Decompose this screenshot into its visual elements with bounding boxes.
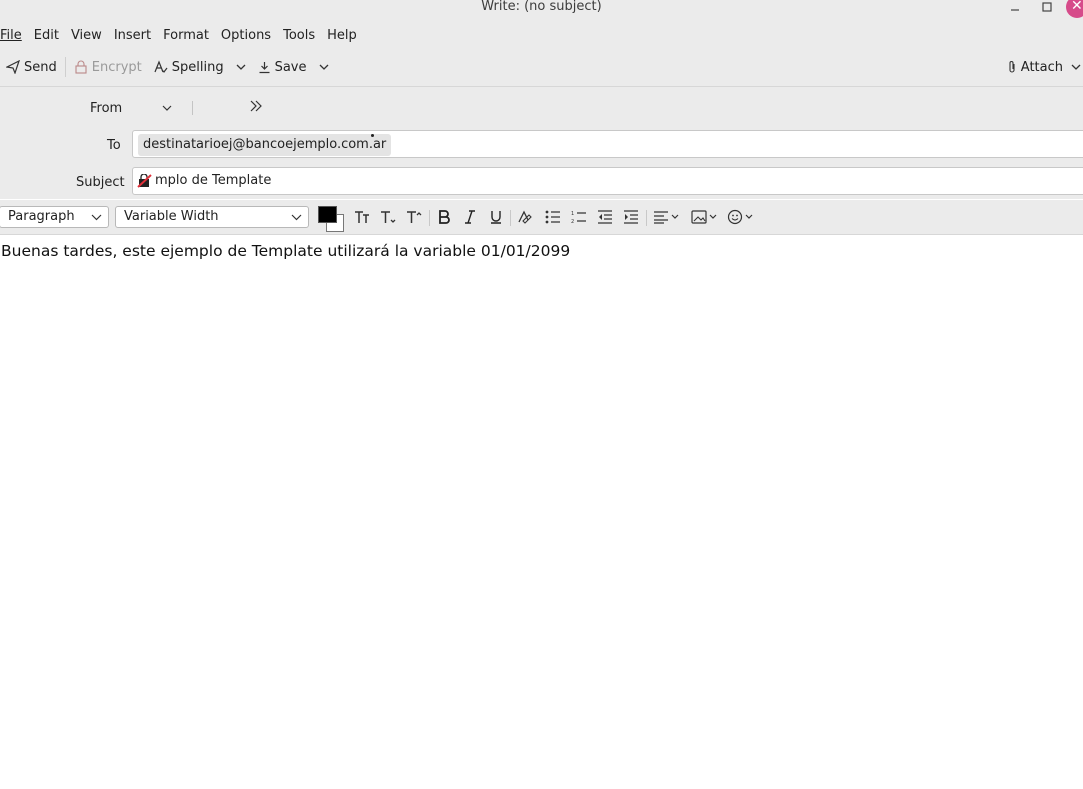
menu-file[interactable]: File (0, 28, 28, 43)
numbered-list-icon[interactable]: 12 (569, 208, 589, 226)
chevron-down-icon (291, 207, 302, 234)
message-headers: From To destinatarioej@bancoejemplo.com.… (0, 87, 1083, 199)
spelling-button[interactable]: Spelling (148, 53, 230, 81)
spelling-label: Spelling (171, 59, 224, 75)
outdent-icon[interactable] (595, 208, 615, 226)
lock-icon (75, 60, 87, 74)
italic-icon[interactable] (460, 208, 480, 226)
maximize-button[interactable] (1037, 0, 1057, 14)
format-toolbar: Paragraph Variable Width 12 (0, 200, 1083, 235)
remove-formatting-icon[interactable] (515, 208, 535, 226)
alignment-dropdown[interactable] (652, 208, 682, 226)
attach-dropdown-chevron-icon[interactable] (1069, 61, 1083, 74)
format-separator (429, 210, 430, 226)
to-label: To (107, 138, 121, 153)
from-separator (192, 101, 193, 115)
image-icon (691, 210, 717, 224)
send-icon (6, 60, 20, 74)
bold-icon[interactable] (434, 208, 454, 226)
encrypt-button[interactable]: Encrypt (68, 53, 148, 81)
underline-icon[interactable] (486, 208, 506, 226)
attach-button[interactable]: Attach (1001, 53, 1069, 81)
spellcheck-icon (154, 60, 168, 73)
menu-options[interactable]: Options (215, 28, 277, 43)
cursor-dot (371, 134, 374, 137)
recipient-pill[interactable]: destinatarioej@bancoejemplo.com.ar (138, 134, 392, 156)
from-dropdown-chevron-icon[interactable] (162, 101, 172, 116)
encrypt-label: Encrypt (91, 59, 142, 75)
toolbar-separator (64, 57, 66, 77)
chevron-down-icon (91, 207, 102, 234)
menu-format[interactable]: Format (157, 28, 215, 43)
align-icon (654, 211, 679, 224)
download-icon (259, 61, 270, 73)
paperclip-icon (1009, 61, 1015, 73)
decrease-font-size-icon[interactable] (378, 208, 398, 226)
paragraph-format-select[interactable]: Paragraph (0, 206, 109, 228)
font-select[interactable]: Variable Width (115, 206, 309, 228)
insert-dropdown[interactable] (690, 208, 720, 226)
message-body[interactable]: Buenas tardes, este ejemplo de Template … (1, 242, 570, 260)
minimize-button[interactable] (1005, 0, 1025, 14)
attach-label: Attach (1020, 59, 1063, 75)
emoji-dropdown[interactable] (726, 208, 756, 226)
smiley-icon (727, 209, 753, 225)
title-bar: Write: (no subject) ✕ (0, 0, 1083, 22)
bulleted-list-icon[interactable] (543, 208, 563, 226)
paragraph-format-value: Paragraph (8, 209, 75, 224)
text-size-default-icon[interactable] (352, 208, 372, 226)
minimize-icon (1011, 9, 1019, 11)
subject-field[interactable]: mplo de Template (132, 167, 1083, 195)
menu-help[interactable]: Help (321, 28, 363, 43)
maximize-icon (1042, 2, 1052, 12)
menu-tools[interactable]: Tools (277, 28, 321, 43)
close-button[interactable]: ✕ (1066, 0, 1083, 18)
increase-font-size-icon[interactable] (404, 208, 424, 226)
from-label: From (90, 101, 123, 116)
subject-label: Subject (76, 175, 125, 190)
svg-text:1: 1 (571, 211, 574, 217)
menu-bar: File Edit View Insert Format Options Too… (0, 22, 1083, 48)
menu-insert[interactable]: Insert (108, 28, 157, 43)
menu-view[interactable]: View (65, 28, 108, 43)
menu-edit[interactable]: Edit (28, 28, 65, 43)
encryption-disabled-icon (137, 174, 152, 188)
to-field[interactable]: destinatarioej@bancoejemplo.com.ar (132, 130, 1083, 158)
color-picker[interactable] (318, 206, 344, 232)
save-label: Save (274, 59, 307, 75)
save-button[interactable]: Save (252, 53, 313, 81)
save-dropdown-chevron-icon[interactable] (313, 61, 335, 74)
font-value: Variable Width (124, 209, 219, 224)
send-label: Send (24, 59, 57, 75)
more-fields-icon[interactable] (249, 100, 263, 116)
spelling-dropdown-chevron-icon[interactable] (230, 61, 252, 74)
window-title: Write: (no subject) (481, 0, 602, 14)
compose-toolbar: Send Encrypt Spelling Save Attach (0, 48, 1083, 87)
subject-value: mplo de Template (155, 173, 272, 188)
text-color-swatch[interactable] (318, 206, 337, 223)
indent-icon[interactable] (621, 208, 641, 226)
format-separator (510, 210, 511, 226)
send-button[interactable]: Send (0, 53, 63, 81)
format-separator (646, 210, 647, 226)
svg-text:2: 2 (571, 219, 574, 224)
close-icon: ✕ (1071, 0, 1083, 14)
